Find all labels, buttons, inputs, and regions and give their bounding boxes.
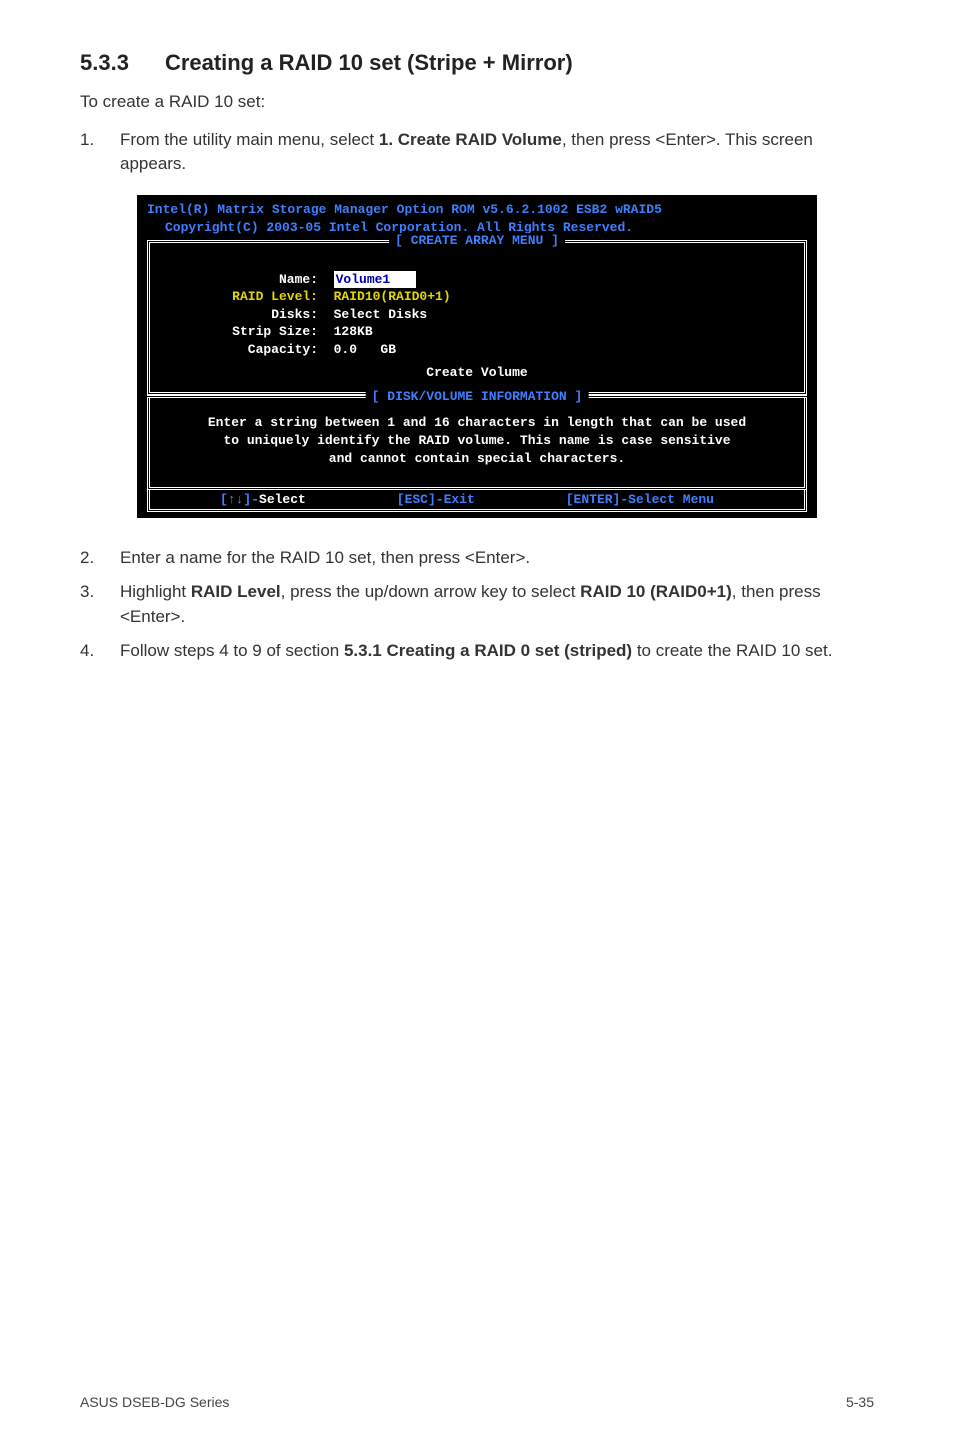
info-line-2: to uniquely identify the RAID volume. Th… (162, 432, 792, 450)
name-label: Name: (158, 271, 318, 289)
bios-terminal-screenshot: Intel(R) Matrix Storage Manager Option R… (137, 195, 817, 517)
step-text: Enter a name for the RAID 10 set, then p… (120, 546, 874, 571)
disks-value: Select Disks (334, 306, 428, 324)
create-volume-action[interactable]: Create Volume (158, 364, 796, 382)
step-number: 4. (80, 639, 120, 664)
step-2: 2. Enter a name for the RAID 10 set, the… (80, 546, 874, 571)
disk-volume-info-box: Enter a string between 1 and 16 characte… (147, 398, 807, 490)
hint-esc: [ESC]-Exit (397, 492, 475, 507)
step3-pre: Highlight (120, 582, 191, 601)
raid-level-label: RAID Level: (158, 288, 318, 306)
step3-mid: , press the up/down arrow key to select (281, 582, 581, 601)
hint-enter: [ENTER]-Select Menu (566, 492, 714, 507)
hint-bar: [↑↓]-Select [ESC]-Exit [ENTER]-Select Me… (147, 490, 807, 512)
strip-size-label: Strip Size: (158, 323, 318, 341)
strip-size-value: 128KB (334, 323, 373, 341)
create-array-menu-title: [ CREATE ARRAY MENU ] (389, 233, 565, 248)
terminal-header-1: Intel(R) Matrix Storage Manager Option R… (147, 201, 807, 219)
info-line-3: and cannot contain special characters. (162, 450, 792, 468)
step1-bold: 1. Create RAID Volume (379, 130, 562, 149)
raid-level-value: RAID10(RAID0+1) (334, 288, 451, 306)
step-1: 1. From the utility main menu, select 1.… (80, 128, 874, 177)
step3-bold2: RAID 10 (RAID0+1) (580, 582, 732, 601)
step4-post: to create the RAID 10 set. (632, 641, 832, 660)
name-input[interactable]: Volume1 (334, 271, 416, 289)
create-array-menu-box: [ CREATE ARRAY MENU ] Name: Volume1 RAID… (147, 240, 807, 395)
step1-pre: From the utility main menu, select (120, 130, 379, 149)
capacity-label: Capacity: (158, 341, 318, 359)
footer-left: ASUS DSEB-DG Series (80, 1394, 229, 1410)
array-menu-contents: Name: Volume1 RAID Level: RAID10(RAID0+1… (150, 243, 804, 392)
page-footer: ASUS DSEB-DG Series 5-35 (0, 1394, 954, 1410)
step4-bold: 5.3.1 Creating a RAID 0 set (striped) (344, 641, 632, 660)
section-title: Creating a RAID 10 set (Stripe + Mirror) (165, 50, 573, 75)
hint-select: [↑↓]-Select (220, 492, 306, 507)
step-text: From the utility main menu, select 1. Cr… (120, 128, 874, 177)
capacity-value: 0.0 GB (334, 341, 396, 359)
info-line-1: Enter a string between 1 and 16 characte… (162, 414, 792, 432)
step3-bold1: RAID Level (191, 582, 281, 601)
step-text: Highlight RAID Level, press the up/down … (120, 580, 874, 629)
step4-pre: Follow steps 4 to 9 of section (120, 641, 344, 660)
section-number: 5.3.3 (80, 50, 129, 75)
step-text: Follow steps 4 to 9 of section 5.3.1 Cre… (120, 639, 874, 664)
step-3: 3. Highlight RAID Level, press the up/do… (80, 580, 874, 629)
step-number: 1. (80, 128, 120, 177)
disks-label: Disks: (158, 306, 318, 324)
step-4: 4. Follow steps 4 to 9 of section 5.3.1 … (80, 639, 874, 664)
section-heading: 5.3.3 Creating a RAID 10 set (Stripe + Mi… (80, 50, 874, 76)
step-number: 3. (80, 580, 120, 629)
footer-right: 5-35 (846, 1394, 874, 1410)
intro-text: To create a RAID 10 set: (80, 90, 874, 114)
step-number: 2. (80, 546, 120, 571)
